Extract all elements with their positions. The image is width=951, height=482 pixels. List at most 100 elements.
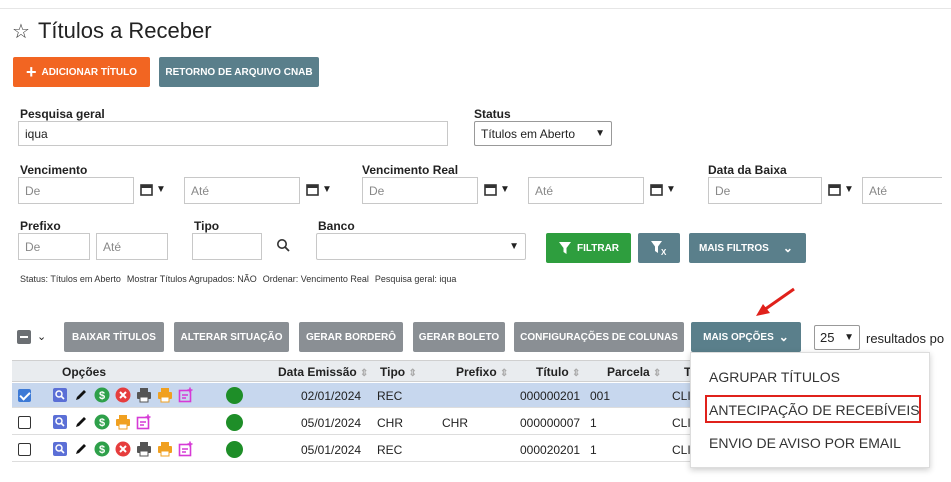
cell-titulo: 000020201: [520, 443, 581, 457]
calendar-icon: [828, 184, 841, 196]
edit-icon[interactable]: [73, 441, 89, 457]
row-checkbox[interactable]: [18, 389, 31, 402]
col-parcela[interactable]: Parcela ⇕: [607, 365, 661, 379]
bulk-select-checkbox[interactable]: [17, 330, 31, 344]
vencimento-real-label: Vencimento Real: [362, 163, 459, 177]
data-baixa-label: Data da Baixa: [708, 163, 787, 177]
print-boleto-icon[interactable]: [157, 441, 173, 457]
star-icon[interactable]: ☆: [12, 19, 30, 44]
col-opcoes[interactable]: Opções: [62, 365, 106, 379]
svg-text:$: $: [99, 390, 105, 402]
calendar-icon: [306, 184, 319, 196]
filter-chip: Pesquisa geral: iqua: [374, 274, 457, 284]
vencimento-de-input[interactable]: De: [18, 177, 134, 204]
sort-icon: ⇕: [360, 368, 369, 379]
add-title-button[interactable]: + ADICIONAR TÍTULO: [13, 57, 150, 87]
venc-real-ate-calendar[interactable]: ▼: [650, 183, 676, 196]
tipo-input[interactable]: [192, 233, 262, 260]
caret-down-icon: ▼: [156, 184, 166, 195]
clear-filter-button[interactable]: x: [638, 233, 680, 263]
svg-text:$: $: [99, 444, 105, 456]
cnab-return-button[interactable]: RETORNO DE ARQUIVO CNAB: [159, 57, 319, 87]
view-icon[interactable]: [52, 441, 68, 457]
venc-real-de-input[interactable]: De: [362, 177, 478, 204]
menu-item-antecipacao[interactable]: ANTECIPAÇÃO DE RECEBÍVEIS: [709, 402, 920, 418]
cell-titulo: 000000007: [520, 416, 581, 430]
cell-parcela: 1: [590, 416, 597, 430]
more-filters-button[interactable]: MAIS FILTROS ⌄: [689, 233, 806, 263]
banco-select[interactable]: ▼: [316, 233, 526, 260]
col-prefixo[interactable]: Prefixo ⇕: [456, 365, 508, 379]
payment-icon[interactable]: $: [94, 441, 110, 457]
add-note-icon[interactable]: [178, 441, 194, 457]
search-input[interactable]: iqua: [18, 121, 448, 146]
chevron-down-icon[interactable]: ⌄: [37, 330, 46, 343]
chevron-down-icon: ⌄: [778, 330, 789, 344]
cell-t: CLI: [672, 389, 691, 403]
prefixo-ate-input[interactable]: Até: [96, 233, 168, 260]
table-row[interactable]: $ 02/01/2024 REC 000000201 001 CLI: [12, 383, 692, 408]
vencimento-ate-calendar[interactable]: ▼: [306, 183, 332, 196]
status-select[interactable]: Títulos em Aberto ▼: [474, 121, 612, 146]
menu-item-agrupar[interactable]: AGRUPAR TÍTULOS: [709, 369, 840, 385]
edit-icon[interactable]: [73, 387, 89, 403]
chevron-down-icon: ⌄: [782, 241, 793, 255]
alterar-situacao-button[interactable]: ALTERAR SITUAÇÃO: [174, 322, 289, 352]
baixa-de-input[interactable]: De: [708, 177, 822, 204]
search-icon[interactable]: [276, 238, 290, 252]
cancel-icon[interactable]: [115, 387, 131, 403]
table-row[interactable]: $ 05/01/2024 REC 000020201 1 CLI: [12, 437, 692, 462]
plus-icon: +: [25, 62, 37, 82]
baixar-titulos-button[interactable]: BAIXAR TÍTULOS: [64, 322, 164, 352]
print-icon[interactable]: [136, 441, 152, 457]
baixa-de-calendar[interactable]: ▼: [828, 183, 854, 196]
venc-real-de-calendar[interactable]: ▼: [484, 183, 510, 196]
clear-filter-icon: x: [651, 241, 667, 256]
sort-icon: ⇕: [653, 368, 662, 379]
cell-data-emissao: 02/01/2024: [301, 389, 362, 403]
cell-titulo: 000000201: [520, 389, 581, 403]
view-icon[interactable]: [52, 414, 68, 430]
menu-item-aviso-email[interactable]: ENVIO DE AVISO POR EMAIL: [709, 435, 901, 451]
status-indicator: [226, 441, 243, 458]
cell-data-emissao: 05/01/2024: [301, 443, 362, 457]
print-boleto-icon[interactable]: [115, 414, 131, 430]
gerar-boleto-button[interactable]: GERAR BOLETO: [413, 322, 505, 352]
vencimento-de-calendar[interactable]: ▼: [140, 183, 166, 196]
payment-icon[interactable]: $: [94, 387, 110, 403]
filter-button[interactable]: FILTRAR: [546, 233, 631, 263]
cell-tipo: REC: [377, 389, 403, 403]
print-icon[interactable]: [136, 387, 152, 403]
gerar-bordero-button[interactable]: GERAR BORDERÔ: [299, 322, 403, 352]
prefixo-de-input[interactable]: De: [18, 233, 90, 260]
print-boleto-icon[interactable]: [157, 387, 173, 403]
active-filters: Status: Títulos em Aberto Mostrar Título…: [20, 274, 456, 284]
row-checkbox[interactable]: [18, 416, 31, 429]
more-options-menu: AGRUPAR TÍTULOS ANTECIPAÇÃO DE RECEBÍVEI…: [690, 352, 930, 468]
more-options-button[interactable]: MAIS OPÇÕES ⌄: [691, 322, 801, 352]
vencimento-label: Vencimento: [20, 163, 88, 177]
col-titulo[interactable]: Título ⇕: [536, 365, 580, 379]
edit-icon[interactable]: [73, 414, 89, 430]
cell-t: CLI: [672, 416, 691, 430]
col-data-emissao[interactable]: Data Emissão ⇕: [278, 365, 368, 379]
payment-icon[interactable]: $: [94, 414, 110, 430]
cancel-icon[interactable]: [115, 441, 131, 457]
add-note-icon[interactable]: [136, 414, 152, 430]
chevron-down-icon: ▼: [844, 332, 854, 343]
col-tipo[interactable]: Tipo ⇕: [380, 365, 417, 379]
table-header: Opções Data Emissão ⇕ Tipo ⇕ Prefixo ⇕ T…: [12, 360, 692, 382]
add-note-icon[interactable]: [178, 387, 194, 403]
cell-data-emissao: 05/01/2024: [301, 416, 362, 430]
column-settings-button[interactable]: CONFIGURAÇÕES DE COLUNAS: [514, 322, 684, 352]
caret-down-icon: ▼: [844, 184, 854, 195]
table-row[interactable]: $ 05/01/2024 CHR CHR 000000007 1 CLI: [12, 410, 692, 435]
cell-parcela: 001: [590, 389, 611, 403]
view-icon[interactable]: [52, 387, 68, 403]
row-checkbox[interactable]: [18, 443, 31, 456]
banco-label: Banco: [318, 219, 355, 233]
baixa-ate-input[interactable]: Até: [862, 177, 942, 204]
per-page-select[interactable]: 25 ▼: [814, 325, 860, 350]
vencimento-ate-input[interactable]: Até: [184, 177, 300, 204]
venc-real-ate-input[interactable]: Até: [528, 177, 644, 204]
